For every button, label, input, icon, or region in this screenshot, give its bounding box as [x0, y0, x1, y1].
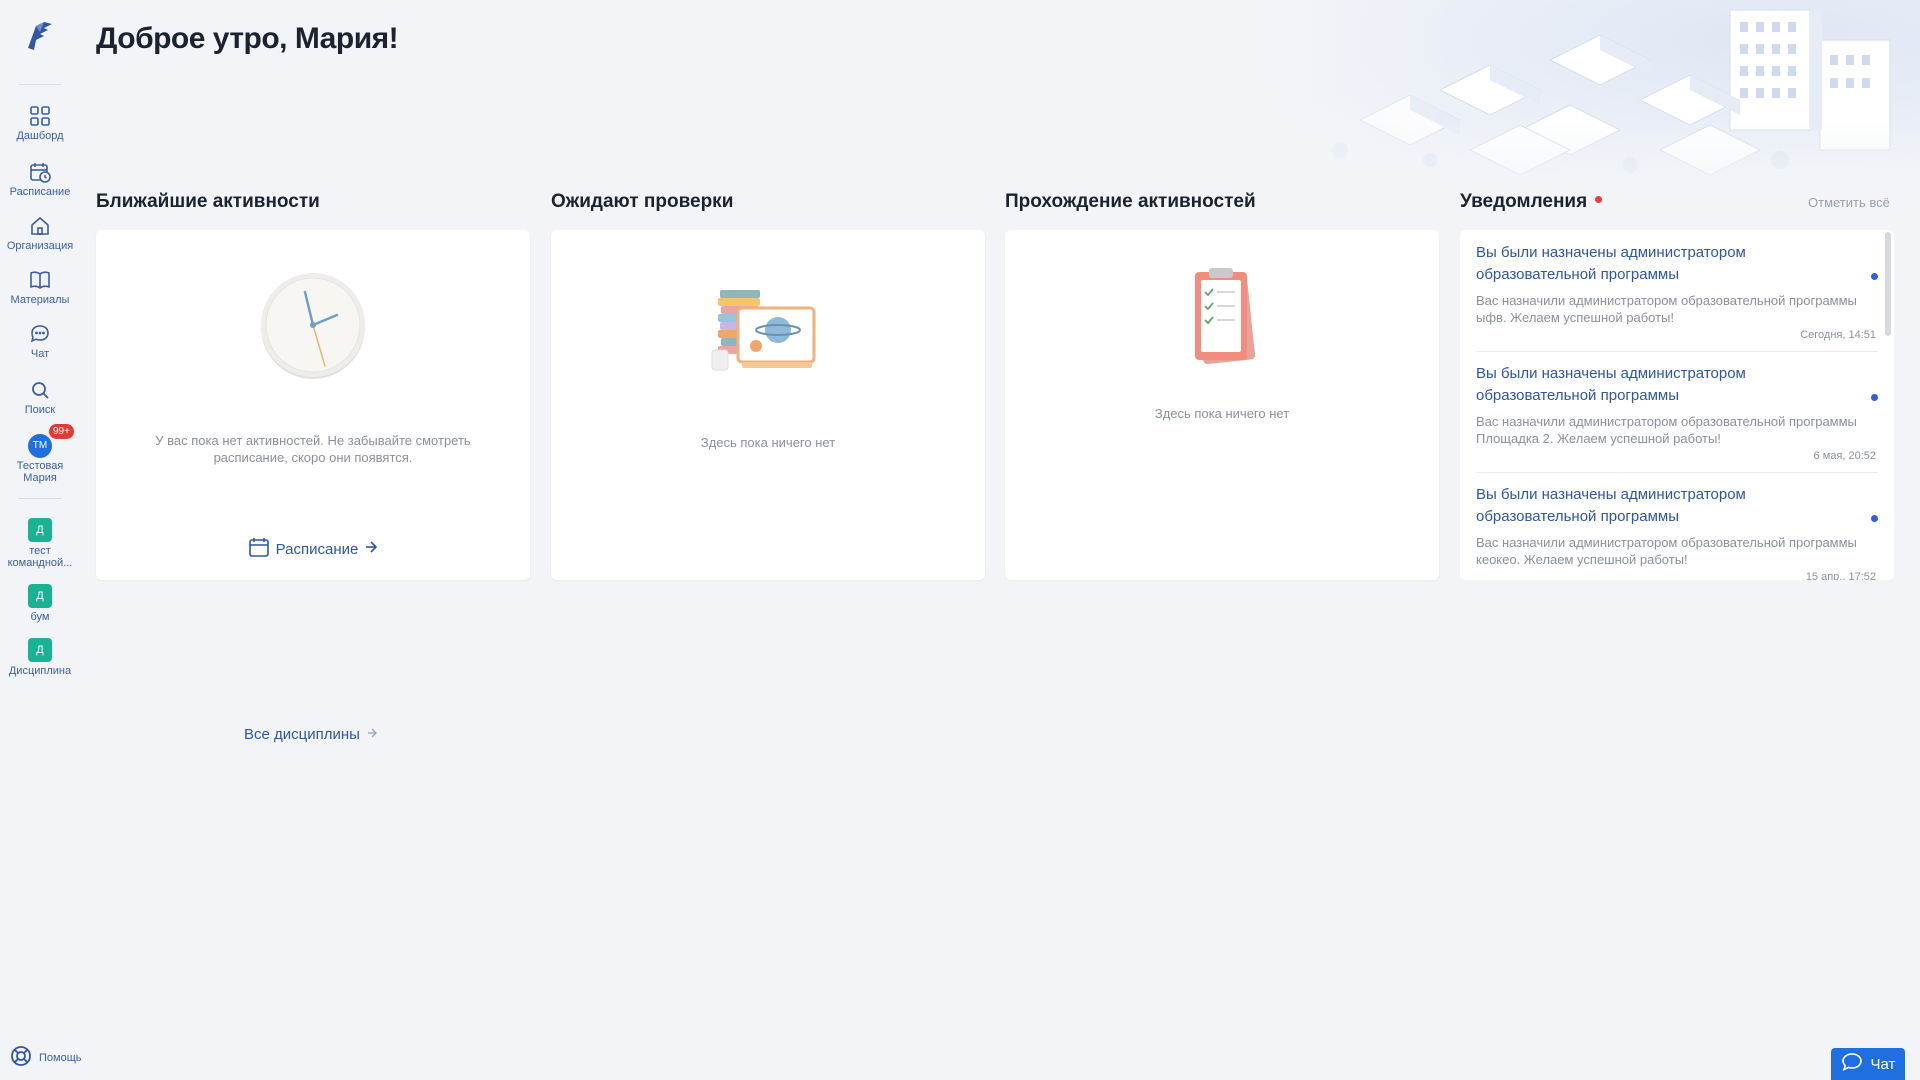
search-icon	[28, 378, 52, 402]
sidebar-item-label: Расписание	[9, 186, 71, 198]
empty-state-text: У вас пока нет активностей. Не забывайте…	[155, 433, 471, 465]
lifebuoy-icon	[10, 1045, 32, 1070]
pending-review-card: Здесь пока ничего нет	[551, 230, 985, 580]
sidebar-discipline-team-test[interactable]: Д тест командной...	[0, 518, 80, 569]
notification-time: 15 апр., 17:52	[1805, 571, 1876, 580]
grid-icon	[28, 104, 52, 128]
sidebar: Дашборд Расписание Организация Материалы…	[0, 0, 82, 1080]
notification-item[interactable]: Вы были назначены администратором образо…	[1476, 484, 1878, 580]
page-title: Доброе утро, Мария!	[96, 22, 399, 55]
notification-body: Вас назначили администратором образовате…	[1476, 293, 1857, 325]
section-title-notifications: Уведомления	[1460, 191, 1603, 213]
unread-indicator	[1871, 394, 1878, 401]
chat-bubble-icon	[1841, 1052, 1863, 1076]
chat-button[interactable]: Чат	[1831, 1048, 1905, 1080]
all-disciplines-label: Все дисциплины	[244, 726, 360, 743]
sidebar-item-label: Поиск	[24, 404, 56, 416]
sidebar-item-label: Материалы	[10, 294, 70, 306]
notification-time: Сегодня, 14:51	[1800, 329, 1876, 341]
sidebar-divider	[19, 498, 61, 499]
unread-indicator	[1871, 515, 1878, 522]
notification-item[interactable]: Вы были назначены администратором образо…	[1476, 363, 1878, 473]
clipboard-illustration	[1187, 268, 1257, 368]
notification-count-badge: 99+	[49, 424, 74, 439]
sidebar-divider	[19, 84, 61, 85]
sidebar-item-materials[interactable]: Материалы	[0, 268, 80, 306]
chat-button-label: Чат	[1870, 1055, 1896, 1073]
upcoming-activities-card: У вас пока нет активностей. Не забывайте…	[96, 230, 530, 580]
calendar-clock-icon	[28, 160, 52, 184]
help-label: Помощь	[39, 1051, 82, 1064]
app-logo-icon[interactable]	[22, 18, 56, 54]
discipline-label: бум	[30, 611, 50, 623]
sidebar-item-chat[interactable]: Чат	[0, 322, 80, 360]
notifications-title-text: Уведомления	[1460, 191, 1588, 212]
sidebar-item-schedule[interactable]: Расписание	[0, 160, 80, 198]
section-title-progress: Прохождение активностей	[1005, 191, 1256, 212]
arrow-right-icon	[366, 726, 378, 743]
profile-name: Тестовая Мария	[16, 460, 64, 484]
sidebar-item-label: Организация	[6, 240, 74, 252]
schedule-link[interactable]: Расписание	[96, 536, 530, 562]
calendar-icon	[248, 536, 270, 562]
mark-all-read-button[interactable]: Отметить всё	[1808, 195, 1890, 210]
discipline-icon: Д	[28, 638, 52, 662]
books-illustration	[706, 280, 826, 380]
empty-state-text: Здесь пока ничего нет	[1154, 406, 1290, 421]
notifications-card: Вы были назначены администратором образо…	[1460, 230, 1894, 580]
discipline-icon: Д	[28, 518, 52, 542]
sidebar-item-profile[interactable]: ТМ 99+ Тестовая Мария	[0, 424, 80, 484]
discipline-label: тест командной...	[7, 545, 73, 569]
notification-title: Вы были назначены администратором образо…	[1476, 365, 1746, 404]
help-link[interactable]: Помощь	[10, 1045, 82, 1070]
unread-dot	[1595, 196, 1603, 204]
schedule-link-label: Расписание	[275, 540, 359, 558]
sidebar-discipline-bum[interactable]: Д бум	[0, 584, 80, 623]
activity-progress-card: Здесь пока ничего нет	[1005, 230, 1439, 580]
sidebar-discipline-discipline[interactable]: Д Дисциплина	[0, 638, 80, 677]
notification-body: Вас назначили администратором образовате…	[1476, 535, 1857, 567]
clock-illustration	[258, 270, 368, 380]
empty-state-text: Здесь пока ничего нет	[700, 435, 836, 450]
all-disciplines-link[interactable]: Все дисциплины	[244, 726, 378, 743]
home-icon	[28, 214, 52, 238]
avatar: ТМ 99+	[28, 424, 74, 458]
arrow-right-icon	[364, 540, 378, 558]
sidebar-item-label: Чат	[30, 348, 50, 360]
unread-indicator	[1871, 273, 1878, 280]
discipline-label: Дисциплина	[8, 665, 72, 677]
notification-time: 6 мая, 20:52	[1813, 450, 1876, 462]
notification-item[interactable]: Вы были назначены администратором образо…	[1476, 242, 1878, 352]
section-title-upcoming: Ближайшие активности	[96, 191, 320, 212]
section-title-review: Ожидают проверки	[551, 191, 734, 212]
notification-body: Вас назначили администратором образовате…	[1476, 414, 1857, 446]
chat-bubble-icon	[28, 322, 52, 346]
avatar-initials: ТМ	[32, 440, 48, 451]
sidebar-item-search[interactable]: Поиск	[0, 378, 80, 416]
scrollbar[interactable]	[1885, 230, 1893, 580]
sidebar-item-dashboard[interactable]: Дашборд	[0, 104, 80, 142]
discipline-icon: Д	[28, 584, 52, 608]
book-icon	[28, 268, 52, 292]
sidebar-item-label: Дашборд	[16, 130, 64, 142]
scrollbar-thumb[interactable]	[1885, 232, 1891, 336]
notification-title: Вы были назначены администратором образо…	[1476, 244, 1746, 283]
sidebar-item-organization[interactable]: Организация	[0, 214, 80, 252]
header-illustration	[1220, 0, 1920, 200]
notification-title: Вы были назначены администратором образо…	[1476, 486, 1746, 525]
